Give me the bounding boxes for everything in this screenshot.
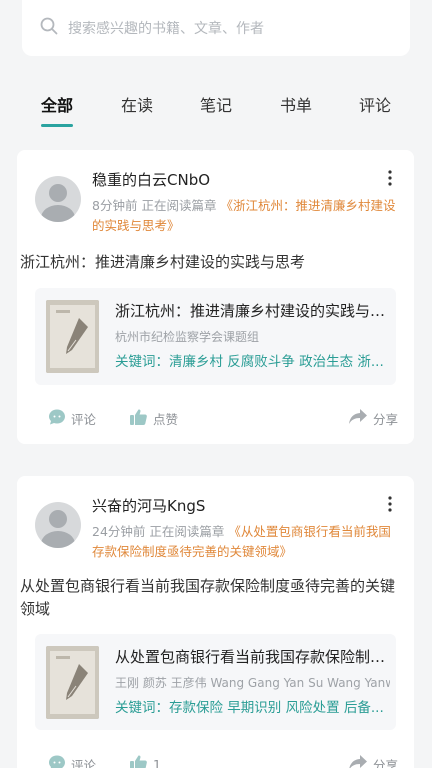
share-button[interactable]: 分享 [348,408,398,429]
keywords-value: 存款保险 早期识别 风险处置 后备... [169,700,384,716]
search-bar[interactable]: 搜索感兴趣的书籍、文章、作者 [22,0,410,56]
article-link[interactable]: 《浙江杭州：推进清廉乡村建设的实践与思考》 [92,198,395,233]
more-options-icon[interactable] [386,168,394,188]
tab-active-indicator [41,124,73,127]
comment-button[interactable]: 评论 [48,754,96,768]
more-options-icon[interactable] [386,494,394,514]
timestamp: 24分钟前 [92,524,146,539]
comment-icon [48,408,71,429]
book-cover-image [46,646,99,719]
comment-button[interactable]: 评论 [48,408,96,429]
share-label: 分享 [373,412,399,427]
activity-meta: 24分钟前 正在阅读篇章 《从处置包商银行看当前我国存款保险制度亟待完善的关键领… [92,522,402,562]
share-label: 分享 [373,758,399,768]
like-label: 点赞 [153,412,179,427]
keywords-label: 关键词： [115,354,169,370]
thumbs-up-icon [129,754,153,768]
tab-reviews[interactable]: 评论 [359,92,391,116]
article-reference-card[interactable]: 从处置包商银行看当前我国存款保险制度... 王刚 颜苏 王彦伟 Wang Gan… [35,634,396,730]
reference-keywords: 关键词：清廉乡村 反腐败斗争 政治生态 浙... [115,350,385,370]
username[interactable]: 稳重的白云CNbO [92,169,210,190]
post-text: 从处置包商银行看当前我国存款保险制度亟待完善的关键领域 [20,577,396,618]
reference-title: 浙江杭州：推进清廉乡村建设的实践与思考 [115,302,390,320]
comment-label: 评论 [71,758,97,768]
feed-card[interactable]: 兴奋的河马KngS 24分钟前 正在阅读篇章 《从处置包商银行看当前我国存款保险… [17,476,414,768]
post-text: 浙江杭州：推进清廉乡村建设的实践与思考 [20,253,306,271]
tab-bar: 全部 在读 笔记 书单 评论 [0,84,432,134]
activity-meta: 8分钟前 正在阅读篇章 《浙江杭州：推进清廉乡村建设的实践与思考》 [92,196,402,236]
feed-card[interactable]: 稳重的白云CNbO 8分钟前 正在阅读篇章 《浙江杭州：推进清廉乡村建设的实践与… [17,150,414,444]
like-button[interactable]: 点赞 [129,408,178,429]
search-placeholder: 搜索感兴趣的书籍、文章、作者 [68,21,264,37]
activity-action: 正在阅读篇章 [149,524,225,539]
search-icon [40,17,58,39]
tab-notes[interactable]: 笔记 [200,92,232,116]
article-reference-card[interactable]: 浙江杭州：推进清廉乡村建设的实践与思考 杭州市纪检监察学会课题组 关键词：清廉乡… [35,288,396,385]
keywords-label: 关键词： [115,700,169,716]
avatar[interactable] [35,176,81,222]
tab-reading[interactable]: 在读 [121,92,153,116]
reference-title: 从处置包商银行看当前我国存款保险制度... [115,648,390,666]
reference-author: 王刚 颜苏 王彦伟 Wang Gang Yan Su Wang Yanwei [115,676,390,690]
tab-all[interactable]: 全部 [41,92,73,116]
like-count: 1 [153,757,161,768]
book-cover-image [46,300,99,373]
share-icon [348,754,373,768]
thumbs-up-icon [129,408,153,429]
tab-booklists[interactable]: 书单 [280,92,312,116]
keywords-value: 清廉乡村 反腐败斗争 政治生态 浙... [169,354,384,370]
username[interactable]: 兴奋的河马KngS [92,495,205,516]
comment-label: 评论 [71,412,97,427]
reference-keywords: 关键词：存款保险 早期识别 风险处置 后备... [115,696,385,716]
timestamp: 8分钟前 [92,198,138,213]
activity-action: 正在阅读篇章 [141,198,217,213]
comment-icon [48,754,71,768]
like-button[interactable]: 1 [129,754,161,768]
avatar[interactable] [35,502,81,548]
share-icon [348,408,373,429]
reference-author: 杭州市纪检监察学会课题组 [115,330,260,344]
share-button[interactable]: 分享 [348,754,398,768]
